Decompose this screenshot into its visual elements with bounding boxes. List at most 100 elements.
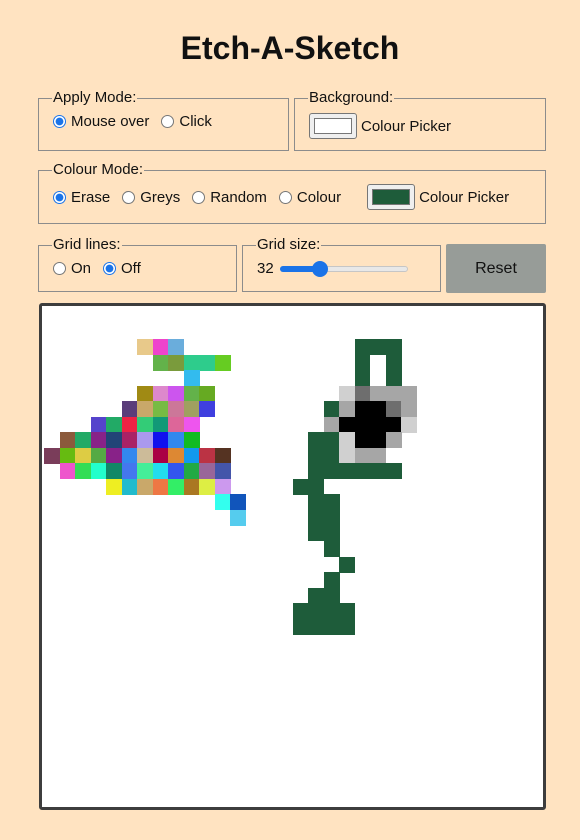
background-colour-picker[interactable] (309, 113, 357, 139)
grid-cell[interactable] (59, 432, 76, 449)
grid-cell[interactable] (121, 463, 138, 480)
grid-cell[interactable] (137, 385, 154, 402)
colour-mode-erase[interactable]: Erase (53, 189, 116, 206)
colour-mode-greys-radio[interactable] (122, 190, 136, 204)
grid-cell[interactable] (323, 463, 340, 480)
grid-cell[interactable] (354, 447, 371, 464)
pen-colour-picker[interactable] (367, 184, 416, 210)
grid-cell[interactable] (370, 385, 387, 402)
grid-cell[interactable] (370, 432, 387, 449)
grid-cell[interactable] (168, 447, 185, 464)
grid-cell[interactable] (152, 354, 169, 371)
sketch-grid[interactable] (44, 308, 541, 805)
colour-mode-greys[interactable]: Greys (122, 189, 186, 206)
grid-cell[interactable] (106, 463, 123, 480)
grid-cell[interactable] (339, 603, 356, 620)
grid-cell[interactable] (152, 385, 169, 402)
grid-cell[interactable] (323, 572, 340, 589)
grid-cell[interactable] (370, 339, 387, 356)
grid-lines-off-radio[interactable] (103, 262, 117, 275)
grid-cell[interactable] (308, 603, 325, 620)
grid-cell[interactable] (199, 385, 216, 402)
grid-cell[interactable] (106, 432, 123, 449)
grid-cell[interactable] (183, 401, 200, 418)
grid-cell[interactable] (90, 447, 107, 464)
grid-cell[interactable] (323, 432, 340, 449)
grid-cell[interactable] (308, 416, 325, 433)
grid-size-slider-thumb[interactable] (311, 260, 328, 277)
grid-cell[interactable] (354, 339, 371, 356)
grid-cell[interactable] (230, 494, 247, 511)
grid-cell[interactable] (370, 416, 387, 433)
grid-cell[interactable] (168, 416, 185, 433)
grid-cell[interactable] (385, 432, 402, 449)
grid-cell[interactable] (75, 432, 92, 449)
grid-cell[interactable] (168, 401, 185, 418)
grid-cell[interactable] (152, 463, 169, 480)
grid-cell[interactable] (183, 385, 200, 402)
reset-button[interactable]: Reset (446, 244, 546, 293)
grid-cell[interactable] (308, 509, 325, 526)
grid-cell[interactable] (183, 463, 200, 480)
grid-cell[interactable] (121, 416, 138, 433)
grid-cell[interactable] (90, 416, 107, 433)
grid-cell[interactable] (323, 494, 340, 511)
grid-cell[interactable] (308, 618, 325, 635)
grid-cell[interactable] (152, 478, 169, 495)
grid-cell[interactable] (230, 509, 247, 526)
grid-cell[interactable] (292, 603, 309, 620)
colour-mode-random-radio[interactable] (192, 190, 206, 204)
grid-cell[interactable] (370, 370, 387, 387)
grid-cell[interactable] (137, 416, 154, 433)
grid-cell[interactable] (323, 447, 340, 464)
grid-cell[interactable] (354, 463, 371, 480)
grid-cell[interactable] (44, 447, 61, 464)
grid-cell[interactable] (137, 401, 154, 418)
grid-cell[interactable] (339, 618, 356, 635)
grid-cell[interactable] (292, 478, 309, 495)
grid-lines-off[interactable]: Off (103, 260, 147, 277)
grid-cell[interactable] (168, 339, 185, 356)
grid-cell[interactable] (370, 463, 387, 480)
grid-cell[interactable] (308, 494, 325, 511)
grid-cell[interactable] (401, 401, 418, 418)
grid-cell[interactable] (199, 478, 216, 495)
grid-cell[interactable] (323, 416, 340, 433)
grid-cell[interactable] (385, 401, 402, 418)
grid-cell[interactable] (199, 447, 216, 464)
grid-cell[interactable] (370, 401, 387, 418)
grid-cell[interactable] (308, 525, 325, 542)
grid-cell[interactable] (168, 432, 185, 449)
grid-cell[interactable] (106, 416, 123, 433)
grid-cell[interactable] (199, 401, 216, 418)
grid-cell[interactable] (59, 447, 76, 464)
grid-cell[interactable] (183, 354, 200, 371)
grid-cell[interactable] (308, 463, 325, 480)
grid-cell[interactable] (168, 385, 185, 402)
grid-cell[interactable] (152, 447, 169, 464)
grid-cell[interactable] (354, 370, 371, 387)
grid-cell[interactable] (385, 385, 402, 402)
grid-cell[interactable] (137, 339, 154, 356)
grid-cell[interactable] (339, 463, 356, 480)
grid-cell[interactable] (323, 587, 340, 604)
grid-cell[interactable] (339, 556, 356, 573)
grid-cell[interactable] (121, 447, 138, 464)
grid-cell[interactable] (385, 447, 402, 464)
grid-cell[interactable] (323, 540, 340, 557)
grid-cell[interactable] (385, 416, 402, 433)
grid-cell[interactable] (339, 385, 356, 402)
grid-cell[interactable] (137, 478, 154, 495)
grid-cell[interactable] (199, 463, 216, 480)
grid-cell[interactable] (323, 603, 340, 620)
grid-cell[interactable] (152, 416, 169, 433)
grid-cell[interactable] (385, 463, 402, 480)
grid-cell[interactable] (214, 354, 231, 371)
grid-cell[interactable] (354, 416, 371, 433)
grid-cell[interactable] (214, 494, 231, 511)
grid-cell[interactable] (370, 354, 387, 371)
colour-mode-colour-radio[interactable] (278, 190, 292, 204)
apply-mode-click-radio[interactable] (161, 115, 175, 128)
grid-cell[interactable] (308, 447, 325, 464)
grid-cell[interactable] (106, 478, 123, 495)
